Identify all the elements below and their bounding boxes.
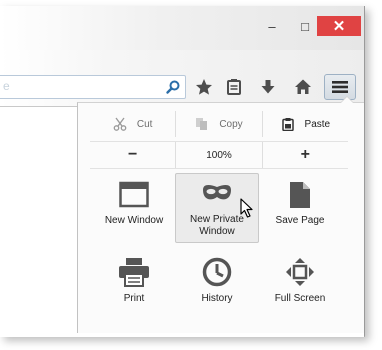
history-label: History xyxy=(201,293,233,304)
title-bar: – □ ✕ xyxy=(0,6,364,50)
star-icon xyxy=(196,79,212,95)
new-window-icon xyxy=(119,181,149,208)
history-button[interactable]: History xyxy=(175,251,259,317)
reading-list-button[interactable] xyxy=(221,75,247,99)
history-clock-icon xyxy=(202,257,232,287)
zoom-controls: − 100% + xyxy=(90,141,348,169)
home-icon xyxy=(295,79,311,94)
save-page-label: Save Page xyxy=(275,215,325,226)
maximize-button[interactable]: □ xyxy=(291,16,319,36)
paste-button[interactable]: Paste xyxy=(261,111,348,137)
private-mask-icon xyxy=(203,185,231,200)
panel-arrow xyxy=(340,96,354,103)
download-icon xyxy=(261,80,275,94)
minus-icon: − xyxy=(127,146,138,163)
clipboard-icon xyxy=(281,118,294,131)
printer-icon xyxy=(119,258,149,287)
zoom-in-button[interactable]: + xyxy=(261,142,348,168)
edit-controls: Cut Copy Paste xyxy=(90,111,348,137)
full-screen-button[interactable]: Full Screen xyxy=(258,251,342,317)
cut-label: Cut xyxy=(136,118,153,130)
save-page-button[interactable]: Save Page xyxy=(258,175,342,241)
cut-button[interactable]: Cut xyxy=(90,111,175,137)
zoom-level: 100% xyxy=(206,149,232,161)
minimize-button[interactable]: – xyxy=(258,16,286,36)
navigation-toolbar: e xyxy=(0,50,364,107)
downloads-button[interactable] xyxy=(255,75,281,99)
url-bar[interactable]: e xyxy=(0,75,186,99)
bookmark-star-button[interactable] xyxy=(191,75,217,99)
copy-label: Copy xyxy=(219,118,243,130)
paste-label: Paste xyxy=(304,118,331,130)
scissors-icon xyxy=(113,117,127,131)
menu-panel: Cut Copy Paste − 100% + New Window New P… xyxy=(77,96,364,333)
zoom-out-button[interactable]: − xyxy=(90,142,175,168)
url-text: e xyxy=(3,79,10,93)
screenshot: – □ ✕ e Cut Copy Paste − 100% + New Wind… xyxy=(0,0,382,350)
menu-icon xyxy=(332,81,348,93)
close-button[interactable]: ✕ xyxy=(317,16,361,36)
new-window-label: New Window xyxy=(104,215,164,226)
full-screen-icon xyxy=(286,258,314,286)
full-screen-label: Full Screen xyxy=(274,293,326,304)
reading-list-icon xyxy=(227,79,241,95)
mouse-pointer-icon xyxy=(240,198,253,218)
zoom-reset-button[interactable]: 100% xyxy=(175,142,261,168)
copy-icon xyxy=(196,118,208,130)
print-label: Print xyxy=(123,293,145,304)
copy-button[interactable]: Copy xyxy=(175,111,261,137)
print-button[interactable]: Print xyxy=(92,251,176,317)
search-icon[interactable] xyxy=(165,79,181,95)
new-window-button[interactable]: New Window xyxy=(92,175,176,241)
save-page-icon xyxy=(290,182,310,208)
plus-icon: + xyxy=(300,146,310,163)
home-button[interactable] xyxy=(290,75,316,99)
